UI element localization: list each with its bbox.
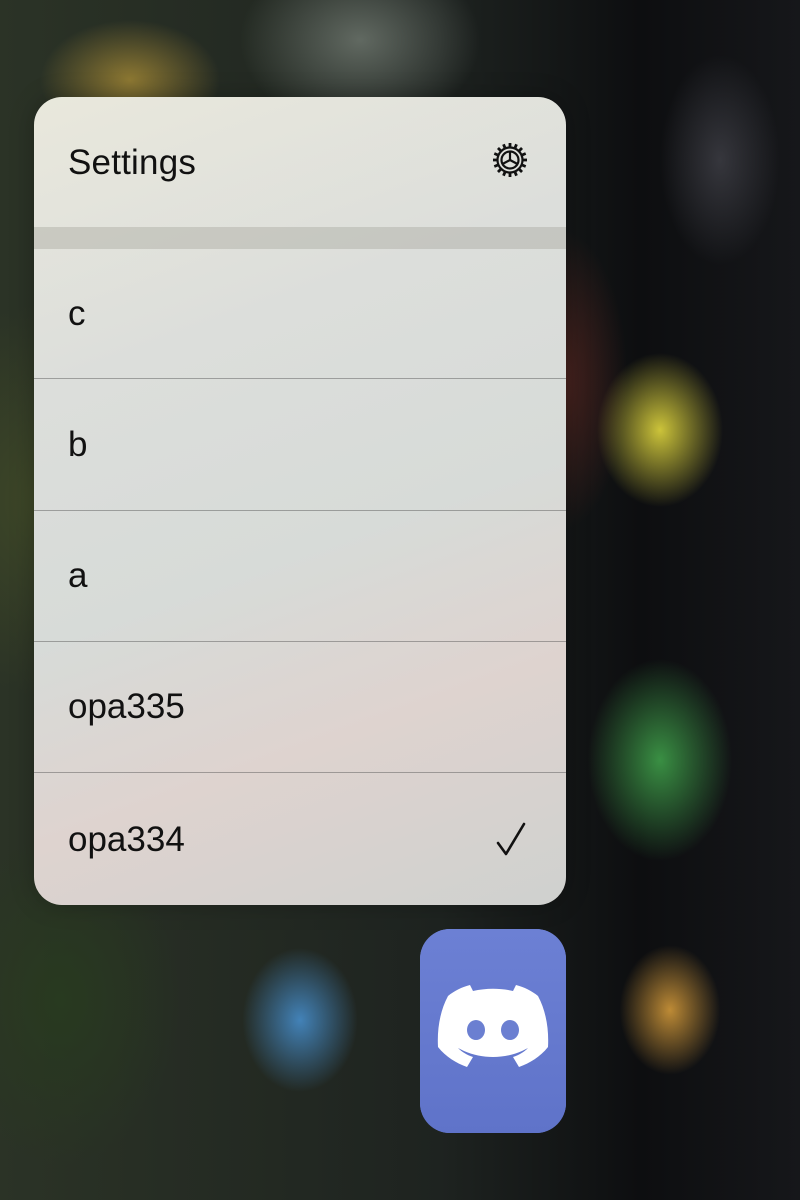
menu-item-label: opa334 bbox=[68, 819, 185, 859]
menu-item-c[interactable]: c bbox=[34, 249, 566, 379]
menu-item-label: a bbox=[68, 556, 88, 595]
settings-label: Settings bbox=[68, 143, 197, 182]
menu-item-label: opa335 bbox=[68, 687, 185, 726]
settings-action[interactable]: Settings bbox=[34, 97, 566, 227]
discord-logo-icon bbox=[437, 985, 549, 1067]
checkmark-icon bbox=[496, 822, 526, 856]
gear-icon bbox=[493, 143, 527, 177]
menu-item-label: b bbox=[68, 425, 88, 464]
quick-actions-menu: Settings c b a opa335 opa334 bbox=[34, 97, 566, 905]
discord-app-icon[interactable] bbox=[420, 929, 566, 1133]
menu-item-b[interactable]: b bbox=[34, 380, 566, 511]
menu-item-opa334[interactable]: opa334 bbox=[34, 774, 566, 905]
menu-section-separator bbox=[34, 227, 566, 249]
menu-item-label: c bbox=[68, 293, 86, 333]
menu-item-a[interactable]: a bbox=[34, 511, 566, 642]
menu-item-opa335[interactable]: opa335 bbox=[34, 642, 566, 773]
